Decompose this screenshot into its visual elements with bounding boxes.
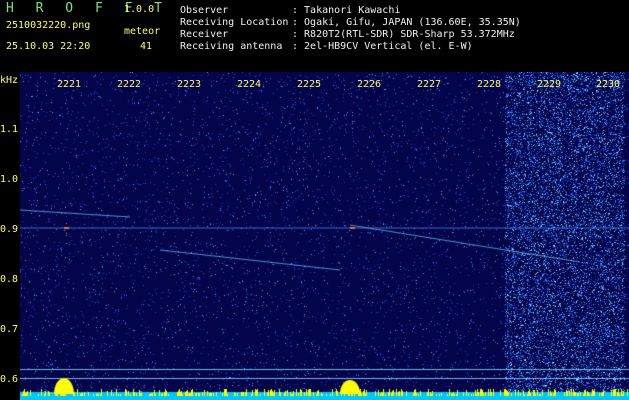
y-tick-1-0: 1.0 bbox=[0, 174, 19, 185]
info-antenna-key: Receiving antenna bbox=[180, 41, 283, 52]
x-tick-2222: 2222 bbox=[117, 79, 142, 90]
y-tick-0-8: 0.8 bbox=[0, 274, 19, 285]
x-tick-2229: 2229 bbox=[537, 79, 562, 90]
x-tick-2227: 2227 bbox=[417, 79, 442, 90]
info-location-key: Receiving Location bbox=[180, 17, 289, 28]
x-tick-2221: 2221 bbox=[57, 79, 82, 90]
x-tick-2226: 2226 bbox=[357, 79, 382, 90]
header-panel: H R O F F T 1.0.0 2510032220.png 25.10.0… bbox=[0, 0, 629, 72]
x-tick-2223: 2223 bbox=[177, 79, 202, 90]
y-tick-0-7: 0.7 bbox=[0, 324, 19, 335]
y-tick-0-9: 0.9 bbox=[0, 224, 19, 235]
x-tick-2228: 2228 bbox=[477, 79, 502, 90]
x-tick-2225: 2225 bbox=[297, 79, 322, 90]
y-unit-label: kHz bbox=[0, 75, 19, 86]
info-receiver-key: Receiver bbox=[180, 29, 229, 40]
y-axis: kHz 1.1 1.0 0.9 0.8 0.7 0.6 bbox=[0, 72, 20, 400]
meteor-label: meteor bbox=[124, 26, 161, 37]
file-name: 2510032220.png bbox=[6, 20, 91, 31]
info-location-value: : Ogaki, Gifu, JAPAN (136.60E, 35.35N) bbox=[292, 17, 521, 28]
y-tick-0-6: 0.6 bbox=[0, 374, 19, 385]
info-receiver-value: : R820T2(RTL-SDR) SDR-Sharp 53.372MHz bbox=[292, 29, 515, 40]
meteor-count: 41 bbox=[140, 41, 153, 52]
x-tick-2230: 2230 bbox=[596, 79, 621, 90]
x-tick-2224: 2224 bbox=[237, 79, 262, 90]
y-tick-1-1: 1.1 bbox=[0, 124, 19, 135]
file-datetime: 25.10.03 22:20 bbox=[6, 41, 91, 52]
app-version: 1.0.0 bbox=[124, 4, 155, 15]
info-antenna-value: : 2el-HB9CV Vertical (el. E-W) bbox=[292, 41, 473, 52]
spectrogram-canvas bbox=[20, 72, 629, 400]
info-observer-value: : Takanori Kawachi bbox=[292, 5, 401, 16]
info-observer-key: Observer bbox=[180, 5, 229, 16]
spectrogram-plot bbox=[20, 72, 629, 400]
